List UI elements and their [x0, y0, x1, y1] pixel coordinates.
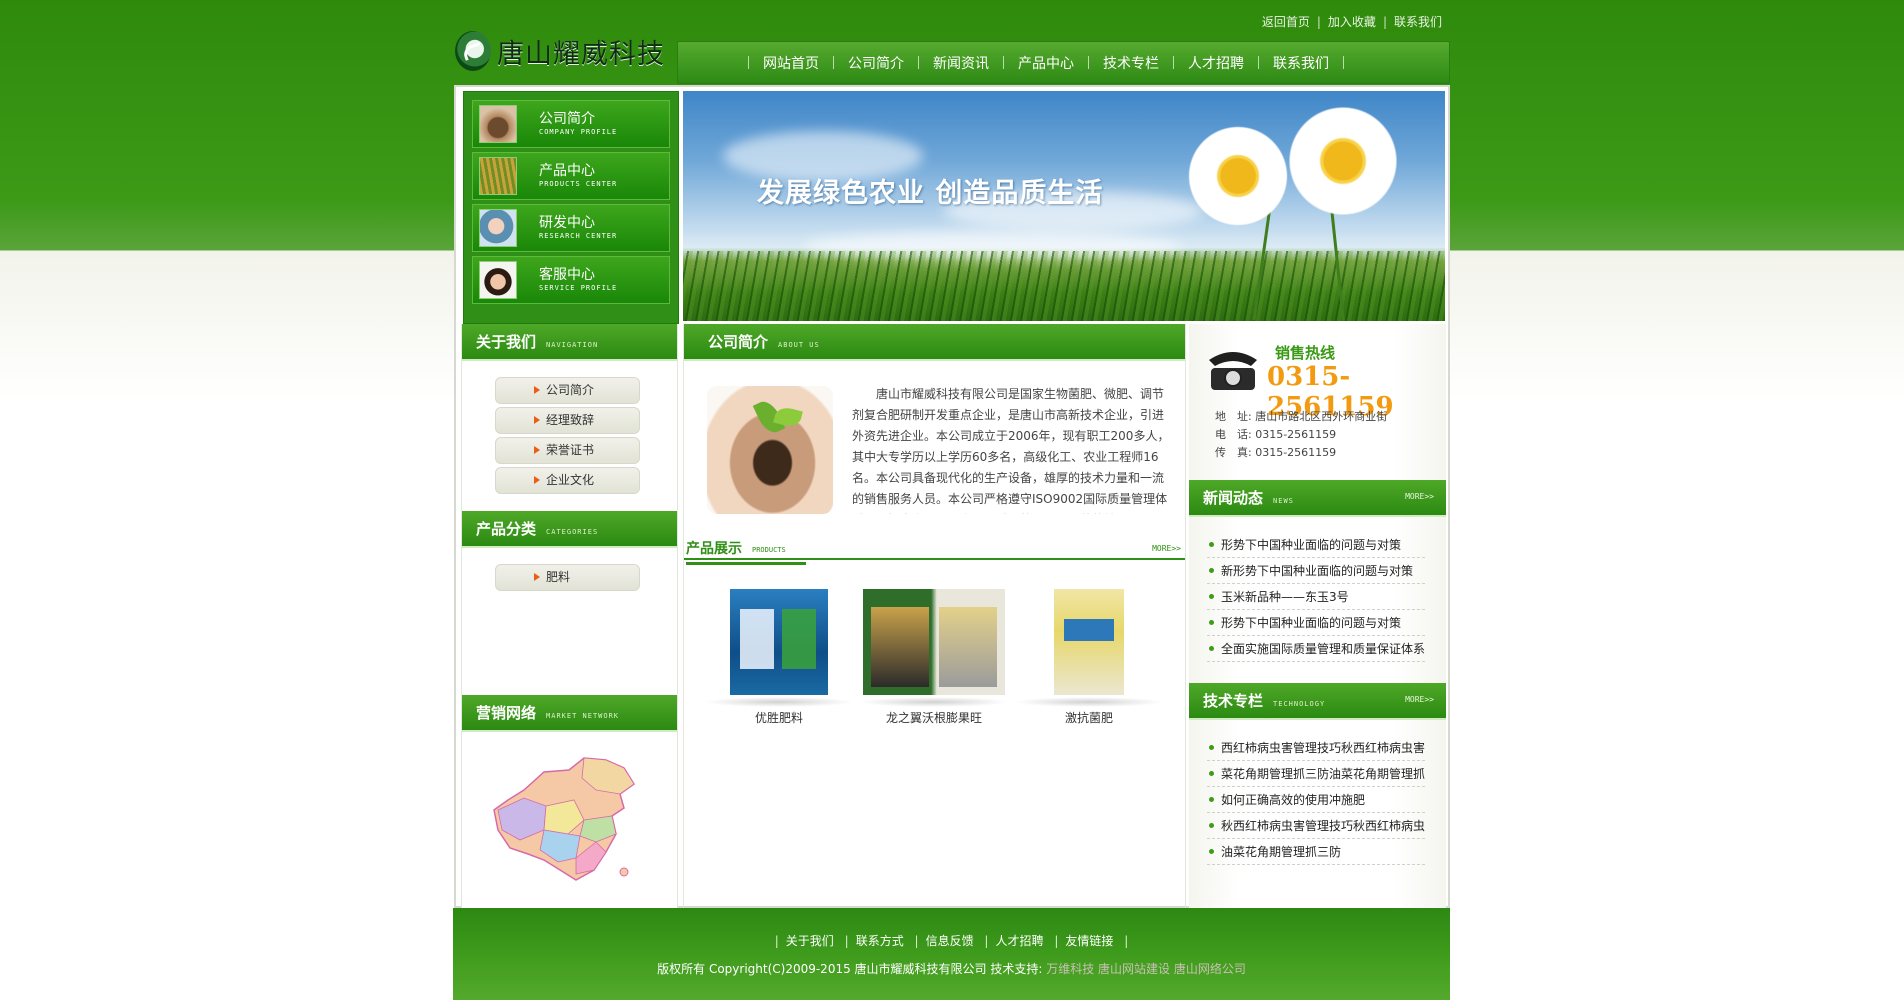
soil-thumbnail: [479, 105, 517, 143]
top-links: 返回首页 | 加入收藏 | 联系我们: [1261, 15, 1442, 29]
news-item[interactable]: 全面实施国际质量管理和质量保证体系: [1207, 636, 1425, 662]
logo-icon: [455, 31, 491, 71]
footer-links: | 关于我们 | 联系方式 | 信息反馈 | 人才招聘 | 友情链接 |: [774, 934, 1129, 948]
product-item[interactable]: 激抗菌肥: [1014, 589, 1164, 726]
footer-link-friends[interactable]: 友情链接: [1065, 934, 1113, 948]
footer-link-feedback[interactable]: 信息反馈: [926, 934, 974, 948]
nav-item-contact[interactable]: 联系我们: [1273, 53, 1329, 73]
product-image: [1054, 589, 1124, 695]
side-menu-products[interactable]: 产品中心 PRODUCTS CENTER: [472, 152, 670, 200]
footer-link-contact[interactable]: 联系方式: [856, 934, 904, 948]
product-image: [863, 589, 1005, 695]
left-column: 关于我们 NAVIGATION 公司简介 经理致辞 荣誉证书 企业文化 产品分类 C…: [461, 324, 678, 908]
contact-info: 地 址: 唐山市路北区西外环商业街 电 话: 0315-2561159 传 真:…: [1215, 410, 1388, 459]
tech-list: 西红柿病虫害管理技巧秋西红柿病虫害 菜花角期管理抓三防油菜花角期管理抓 如何正确…: [1207, 735, 1425, 865]
side-menu-research[interactable]: 研发中心 RESEARCH CENTER: [472, 204, 670, 252]
news-item[interactable]: 形势下中国种业面临的问题与对策: [1207, 610, 1425, 636]
about-link-company[interactable]: 公司简介: [495, 377, 640, 404]
products-header: 产品展示 PRODUCTS MORE>>: [684, 536, 1185, 565]
about-link-honors[interactable]: 荣誉证书: [495, 437, 640, 464]
category-link-fertilizer[interactable]: 肥料: [495, 564, 640, 591]
grass-decoration: [683, 251, 1445, 321]
contact-phone: 0315-2561159: [1255, 428, 1337, 441]
tech-item[interactable]: 油菜花角期管理抓三防: [1207, 839, 1425, 865]
wheat-thumbnail: [479, 157, 517, 195]
researcher-thumbnail: [479, 209, 517, 247]
side-menu: 公司简介 COMPANY PROFILE 产品中心 PRODUCTS CENTER …: [463, 91, 679, 324]
right-column: 销售热线 0315-2561159 地 址: 唐山市路北区西外环商业街 电 话:…: [1189, 324, 1446, 908]
seedling-in-hands-image: [707, 386, 833, 514]
top-link-favorite[interactable]: 加入收藏: [1328, 15, 1376, 29]
products-more-link[interactable]: MORE>>: [1152, 544, 1181, 553]
daisy-flower-icon: [1283, 101, 1403, 221]
categories-header: 产品分类 CATEGORIES: [462, 511, 677, 548]
nav-item-products[interactable]: 产品中心: [1018, 53, 1074, 73]
tech-more-link[interactable]: MORE>>: [1405, 695, 1434, 704]
nav-item-jobs[interactable]: 人才招聘: [1188, 53, 1244, 73]
daisy-flower-icon: [1183, 121, 1293, 231]
content-frame: 公司简介 COMPANY PROFILE 产品中心 PRODUCTS CENTER …: [454, 85, 1450, 908]
side-menu-company[interactable]: 公司简介 COMPANY PROFILE: [472, 100, 670, 148]
about-link-culture[interactable]: 企业文化: [495, 467, 640, 494]
main-nav: 网站首页 公司简介 新闻资讯 产品中心 技术专栏 人才招聘 联系我们: [677, 41, 1450, 84]
tech-item[interactable]: 如何正确高效的使用冲施肥: [1207, 787, 1425, 813]
about-us-header: 关于我们 NAVIGATION: [462, 324, 677, 361]
nav-item-news[interactable]: 新闻资讯: [933, 53, 989, 73]
product-item[interactable]: 龙之翼沃根膨果旺: [859, 589, 1009, 726]
product-item[interactable]: 优胜肥料: [704, 589, 854, 726]
company-intro-header: 公司简介 ABOUT US: [684, 324, 1185, 361]
contact-fax: 0315-2561159: [1255, 446, 1337, 459]
top-link-contact[interactable]: 联系我们: [1394, 15, 1442, 29]
nav-item-about[interactable]: 公司简介: [848, 53, 904, 73]
nav-item-home[interactable]: 网站首页: [763, 53, 819, 73]
banner-slogan: 发展绿色农业 创造品质生活: [757, 178, 1104, 209]
copyright: 版权所有 Copyright(C)2009-2015 唐山市耀威科技有限公司 技…: [657, 962, 1246, 976]
news-item[interactable]: 形势下中国种业面临的问题与对策: [1207, 532, 1425, 558]
nav-item-tech[interactable]: 技术专栏: [1103, 53, 1159, 73]
market-network-header: 营销网络 MARKET NETWORK: [462, 695, 677, 732]
tech-item[interactable]: 秋西红柿病虫害管理技巧秋西红柿病虫: [1207, 813, 1425, 839]
center-column: 公司简介 ABOUT US 唐山市耀威科技有限公司是国家生物菌肥、微肥、调节剂复合…: [683, 324, 1186, 908]
news-item[interactable]: 玉米新品种——东玉3号: [1207, 584, 1425, 610]
news-header: 新闻动态 NEWS MORE>>: [1189, 480, 1446, 517]
logo-text: 唐山耀威科技: [497, 38, 665, 70]
product-image: [730, 589, 828, 695]
page-wrapper: 唐山耀威科技 返回首页 | 加入收藏 | 联系我们 网站首页 公司简介 新闻资讯 产品中…: [453, 0, 1450, 1002]
footer-link-about[interactable]: 关于我们: [786, 934, 834, 948]
contact-address: 唐山市路北区西外环商业街: [1255, 410, 1388, 423]
footer: | 关于我们 | 联系方式 | 信息反馈 | 人才招聘 | 友情链接 | 版权所有 Cop…: [453, 908, 1450, 1000]
company-intro-text: 唐山市耀威科技有限公司是国家生物菌肥、微肥、调节剂复合肥研制开发重点企业，是唐山…: [852, 387, 1170, 514]
china-map[interactable]: [484, 750, 654, 890]
footer-link-jobs[interactable]: 人才招聘: [995, 934, 1043, 948]
telephone-icon: [1209, 352, 1257, 390]
side-menu-service[interactable]: 客服中心 SERVICE PROFILE: [472, 256, 670, 304]
tech-item[interactable]: 西红柿病虫害管理技巧秋西红柿病虫害: [1207, 735, 1425, 761]
tech-item[interactable]: 菜花角期管理抓三防油菜花角期管理抓: [1207, 761, 1425, 787]
news-item[interactable]: 新形势下中国种业面临的问题与对策: [1207, 558, 1425, 584]
news-list: 形势下中国种业面临的问题与对策 新形势下中国种业面临的问题与对策 玉米新品种——…: [1207, 532, 1425, 662]
service-thumbnail: [479, 261, 517, 299]
site-logo[interactable]: 唐山耀威科技: [455, 28, 665, 74]
tech-support-links[interactable]: 万维科技 唐山网站建设 唐山网络公司: [1046, 962, 1246, 976]
about-link-manager[interactable]: 经理致辞: [495, 407, 640, 434]
hero-banner: 发展绿色农业 创造品质生活: [683, 91, 1445, 321]
tech-header: 技术专栏 TECHNOLOGY MORE>>: [1189, 683, 1446, 720]
sales-hotline-title: 销售热线: [1275, 344, 1336, 362]
top-link-home[interactable]: 返回首页: [1262, 15, 1310, 29]
news-more-link[interactable]: MORE>>: [1405, 492, 1434, 501]
